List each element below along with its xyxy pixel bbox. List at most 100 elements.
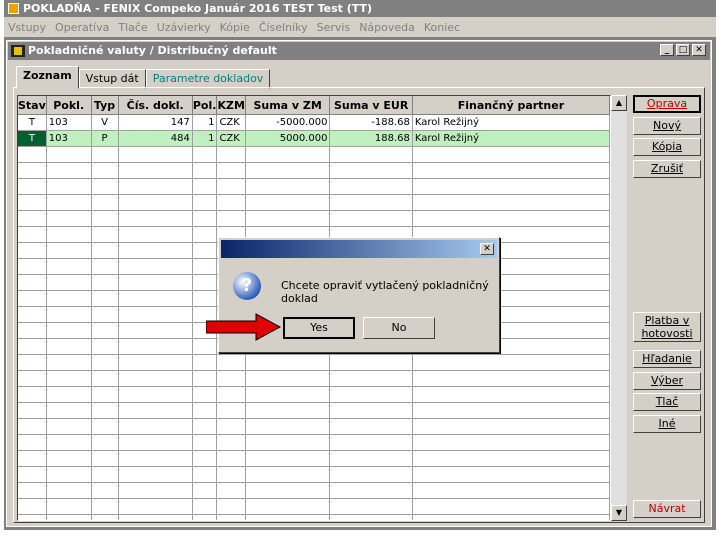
navrat-button[interactable]: Návrat: [633, 500, 701, 518]
menubar: Vstupy Operatíva Tlače Uzávierky Kópie Č…: [4, 17, 716, 37]
cell-empty: [216, 482, 246, 499]
cell-empty: [118, 450, 193, 467]
novy-button[interactable]: Nový: [633, 117, 701, 135]
menu-operativa[interactable]: Operatíva: [55, 21, 109, 34]
table-header: Stav Pokl. Typ Čís. dokl. Pol. KZM Suma …: [18, 96, 610, 115]
cell-empty: [329, 354, 413, 371]
cell-empty: [91, 386, 119, 403]
tab-parametre-dokladov[interactable]: Parametre dokladov: [145, 69, 271, 89]
cell-empty: [46, 242, 92, 259]
cell-empty: [329, 466, 413, 483]
cell-empty: [91, 306, 119, 323]
col-kzm[interactable]: KZM: [216, 96, 246, 115]
cell-empty: [91, 258, 119, 275]
cell-empty: [245, 514, 331, 520]
table-row-empty[interactable]: [18, 498, 610, 515]
cell-empty: [192, 242, 218, 259]
tlac-button[interactable]: Tlač: [633, 393, 701, 411]
kopia-button[interactable]: Kópia: [633, 138, 701, 156]
no-button[interactable]: No: [363, 317, 435, 339]
table-row-empty[interactable]: [18, 418, 610, 435]
menu-koniec[interactable]: Koniec: [424, 21, 460, 34]
cell-cis-dokl: 147: [118, 114, 193, 131]
col-partner[interactable]: Finančný partner: [412, 96, 610, 115]
cell-pol: 1: [192, 114, 218, 131]
tab-vstup-dat[interactable]: Vstup dát: [78, 69, 146, 89]
cell-empty: [46, 370, 92, 387]
close-icon[interactable]: ✕: [692, 44, 706, 56]
platba-v-hotovosti-button[interactable]: Platba v hotovosti: [633, 312, 701, 342]
yes-button[interactable]: Yes: [283, 317, 355, 339]
oprava-button[interactable]: Oprava: [633, 95, 701, 113]
vyber-button[interactable]: Výber: [633, 372, 701, 390]
cell-empty: [91, 402, 119, 419]
col-stav[interactable]: Stav: [18, 96, 47, 115]
cell-empty: [192, 498, 218, 515]
table-row-empty[interactable]: [18, 402, 610, 419]
zrusit-button[interactable]: Zrušiť: [633, 160, 701, 178]
cell-empty: [245, 178, 331, 195]
cell-empty: [46, 226, 92, 243]
cell-empty: [18, 482, 47, 499]
menu-kopie[interactable]: Kópie: [220, 21, 250, 34]
cell-empty: [118, 386, 193, 403]
table-row-empty[interactable]: [18, 210, 610, 227]
menu-vstupy[interactable]: Vstupy: [8, 21, 46, 34]
cell-empty: [118, 210, 193, 227]
cell-empty: [216, 162, 246, 179]
table-row-empty[interactable]: [18, 178, 610, 195]
table-row[interactable]: T 103 V 147 1 CZK -5000.000 -188.68 Karo…: [18, 114, 610, 131]
table-row-empty[interactable]: [18, 370, 610, 387]
menu-uzavierky[interactable]: Uzávierky: [157, 21, 211, 34]
table-row-empty[interactable]: [18, 466, 610, 483]
cell-empty: [245, 498, 331, 515]
cell-empty: [46, 466, 92, 483]
table-scrollbar[interactable]: ▲ ▼: [611, 95, 627, 521]
cell-empty: [192, 402, 218, 419]
hladanie-button[interactable]: Hľadanie: [633, 350, 701, 368]
table-row-empty[interactable]: [18, 354, 610, 371]
table-row-empty[interactable]: [18, 146, 610, 163]
menu-servis[interactable]: Servis: [317, 21, 351, 34]
cell-empty: [412, 370, 610, 387]
window-icon: [11, 45, 25, 57]
col-pol[interactable]: Pol.: [192, 96, 218, 115]
col-suma-zm[interactable]: Suma v ZM: [245, 96, 331, 115]
cell-empty: [91, 210, 119, 227]
cell-empty: [412, 210, 610, 227]
ine-button[interactable]: Iné: [633, 415, 701, 433]
table-row-empty[interactable]: [18, 194, 610, 211]
cell-empty: [118, 354, 193, 371]
menu-ciselniky[interactable]: Číselníky: [259, 21, 308, 34]
cell-empty: [18, 226, 47, 243]
cell-empty: [18, 210, 47, 227]
cell-empty: [412, 434, 610, 451]
col-cis-dokl[interactable]: Čís. dokl.: [118, 96, 193, 115]
menu-napoveda[interactable]: Nápoveda: [359, 21, 415, 34]
col-typ[interactable]: Typ: [91, 96, 119, 115]
table-row-empty[interactable]: [18, 482, 610, 499]
cell-empty: [118, 162, 193, 179]
cell-empty: [46, 194, 92, 211]
cell-empty: [18, 178, 47, 195]
table-row-empty[interactable]: [18, 450, 610, 467]
table-row-empty[interactable]: [18, 162, 610, 179]
window-title: Pokladničné valuty / Distribučný default: [28, 44, 277, 57]
menu-tlace[interactable]: Tlače: [118, 21, 147, 34]
cell-empty: [245, 162, 331, 179]
cell-empty: [91, 370, 119, 387]
close-icon[interactable]: ✕: [480, 243, 494, 255]
col-pokl[interactable]: Pokl.: [46, 96, 92, 115]
table-row-selected[interactable]: T 103 P 484 1 CZK 5000.000 188.68 Karol …: [18, 130, 610, 147]
tab-zoznam[interactable]: Zoznam: [16, 66, 79, 89]
scroll-up-icon[interactable]: ▲: [611, 95, 627, 111]
maximize-icon[interactable]: □: [676, 44, 690, 56]
col-suma-eur[interactable]: Suma v EUR: [329, 96, 413, 115]
scroll-down-icon[interactable]: ▼: [611, 505, 627, 521]
table-row-empty[interactable]: [18, 434, 610, 451]
cell-empty: [216, 514, 246, 520]
table-row-empty[interactable]: [18, 514, 610, 520]
minimize-icon[interactable]: _: [660, 44, 674, 56]
table-row-empty[interactable]: [18, 386, 610, 403]
cell-suma-eur: -188.68: [329, 114, 413, 131]
